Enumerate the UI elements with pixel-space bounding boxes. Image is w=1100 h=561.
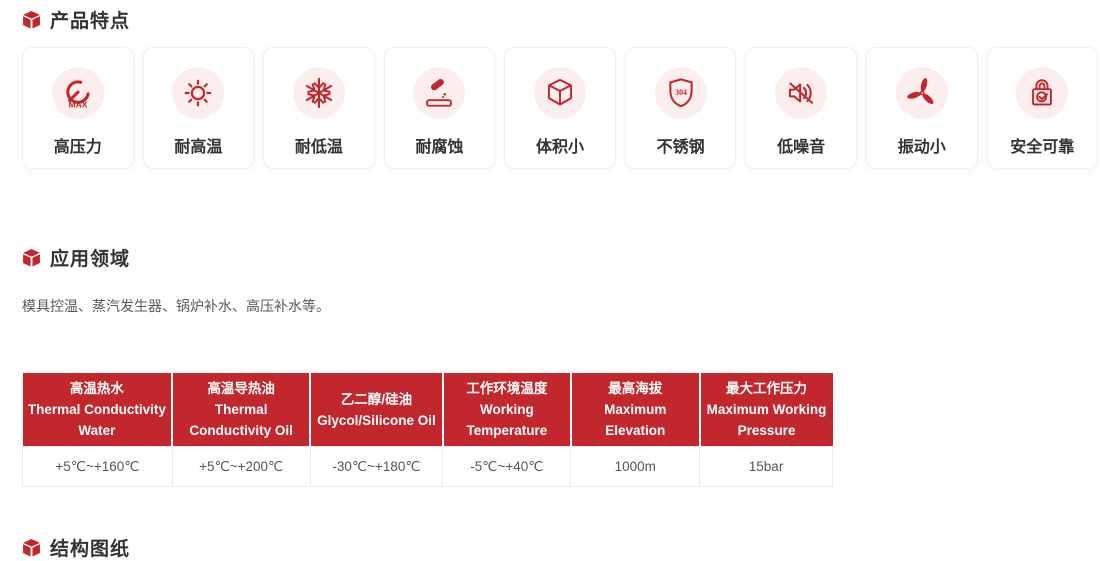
specs-header-cell: 工作环境温度 Working Temperature bbox=[442, 373, 572, 447]
feature-label: 低噪音 bbox=[777, 139, 826, 156]
cube-outline-icon bbox=[534, 67, 587, 119]
lock-check-icon bbox=[1016, 67, 1069, 119]
application-description: 模具控温、蒸汽发生器、锅炉补水、高压补水等。 bbox=[22, 298, 330, 314]
feature-card-corrosion-resistant: 耐腐蚀 bbox=[383, 47, 496, 169]
specs-value-cell: +5℃~+160℃ bbox=[22, 446, 173, 487]
product-detail-page: 产品特点 MAX 高压力 耐高温 耐低温 耐腐蚀 体积小 304 不锈钢 低噪音… bbox=[0, 0, 1100, 561]
shield-304-icon: 304 bbox=[654, 67, 707, 119]
feature-card-stainless-steel: 304 不锈钢 bbox=[624, 47, 737, 169]
features-section-heading: 产品特点 bbox=[22, 0, 1098, 33]
feature-card-small-volume: 体积小 bbox=[504, 47, 616, 169]
feature-label: 不锈钢 bbox=[656, 139, 705, 156]
specs-value-cell: -30℃~+180℃ bbox=[309, 446, 444, 487]
feature-card-heat-resistant: 耐高温 bbox=[142, 47, 255, 169]
red-cube-icon bbox=[23, 248, 40, 267]
specs-header-cell: 最高海拔 Maximum Elevation bbox=[570, 373, 701, 447]
feature-card-cold-resistant: 耐低温 bbox=[263, 47, 375, 169]
speaker-muted-icon bbox=[775, 67, 828, 119]
section-title: 产品特点 bbox=[50, 11, 131, 32]
red-cube-icon bbox=[23, 538, 40, 557]
specs-header-cell: 最大工作压力 Maximum Working Pressure bbox=[699, 373, 833, 447]
feature-label: 高压力 bbox=[53, 139, 102, 156]
feature-card-high-pressure: MAX 高压力 bbox=[22, 47, 134, 169]
svg-text:304: 304 bbox=[675, 88, 687, 97]
application-section-heading: 应用领域 bbox=[22, 244, 1098, 271]
specs-header-row: 高温热水 Thermal Conductivity Water 高温导热油 Ther… bbox=[22, 373, 833, 447]
feature-label: 体积小 bbox=[536, 139, 585, 156]
feature-card-low-noise: 低噪音 bbox=[745, 47, 857, 169]
section-title: 结构图纸 bbox=[50, 539, 131, 560]
feature-card-low-vibration: 振动小 bbox=[865, 47, 978, 169]
fan-propeller-icon bbox=[895, 67, 948, 119]
specs-header-cell: 高温导热油 Thermal Conductivity Oil bbox=[172, 373, 312, 447]
snowflake-icon bbox=[292, 67, 345, 119]
specs-value-row: +5℃~+160℃ +5℃~+200℃ -30℃~+180℃ -5℃~+40℃ … bbox=[22, 446, 833, 487]
gauge-max-icon: MAX bbox=[51, 67, 104, 119]
sun-icon bbox=[172, 67, 225, 119]
feature-label: 耐低温 bbox=[294, 139, 343, 156]
section-title: 应用领域 bbox=[50, 249, 131, 270]
feature-label: 耐高温 bbox=[174, 139, 223, 156]
drawings-section-heading: 结构图纸 bbox=[22, 534, 1098, 561]
feature-label: 安全可靠 bbox=[1010, 139, 1075, 156]
svg-text:MAX: MAX bbox=[68, 99, 87, 109]
specs-value-cell: 1000m bbox=[570, 446, 701, 487]
red-cube-icon bbox=[23, 10, 40, 29]
feature-cards: MAX 高压力 耐高温 耐低温 耐腐蚀 体积小 304 不锈钢 低噪音 振动小 … bbox=[22, 47, 1099, 169]
corrosion-drop-icon bbox=[413, 67, 466, 119]
feature-card-safe-reliable: 安全可靠 bbox=[986, 47, 1099, 169]
specs-value-cell: 15bar bbox=[699, 446, 833, 487]
specs-table: 高温热水 Thermal Conductivity Water 高温导热油 Ther… bbox=[22, 373, 833, 487]
specs-value-cell: -5℃~+40℃ bbox=[442, 446, 572, 487]
feature-label: 振动小 bbox=[897, 139, 946, 156]
specs-value-cell: +5℃~+200℃ bbox=[171, 446, 311, 487]
specs-header-cell: 乙二醇/硅油 Glycol/Silicone Oil bbox=[310, 373, 444, 447]
feature-label: 耐腐蚀 bbox=[415, 139, 464, 156]
specs-header-cell: 高温热水 Thermal Conductivity Water bbox=[22, 373, 174, 447]
